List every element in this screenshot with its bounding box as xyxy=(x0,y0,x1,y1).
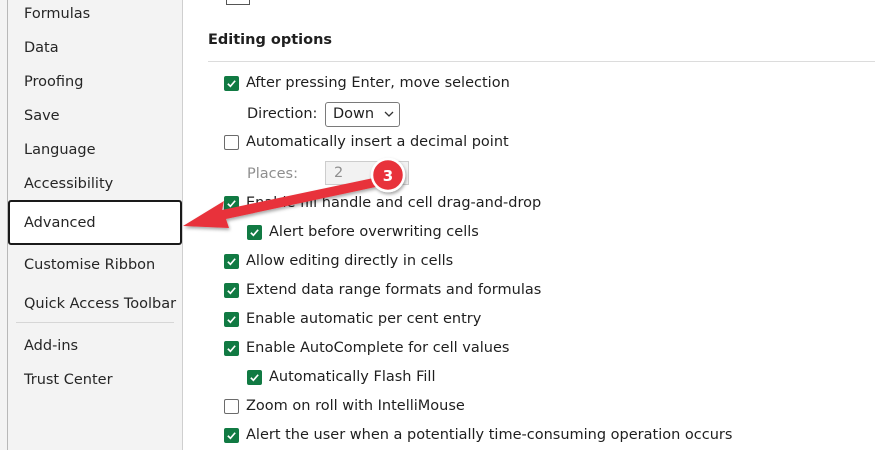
alert-overwrite-label: Alert before overwriting cells xyxy=(269,224,479,240)
flash-fill-checkbox[interactable] xyxy=(247,369,262,385)
places-value: 2 xyxy=(334,165,344,181)
sidebar-item-save[interactable]: Save xyxy=(24,107,60,125)
edit-in-cells-label: Allow editing directly in cells xyxy=(246,253,454,269)
sidebar-item-quick-access-toolbar[interactable]: Quick Access Toolbar xyxy=(24,295,176,313)
decimal-point-label: Automatically insert a decimal point xyxy=(246,134,509,150)
after-enter-label: After pressing Enter, move selection xyxy=(246,75,510,91)
section-title: Editing options xyxy=(208,32,333,48)
section-icon xyxy=(226,0,250,5)
option-zoom-roll[interactable]: Zoom on roll with IntelliMouse xyxy=(224,397,465,415)
places-stepper[interactable]: 2 xyxy=(325,161,409,185)
decimal-point-checkbox[interactable] xyxy=(224,134,239,150)
checkmark-icon xyxy=(227,79,236,87)
checkmark-icon xyxy=(227,344,236,352)
option-alert-time[interactable]: Alert the user when a potentially time-c… xyxy=(224,426,732,444)
checkmark-icon xyxy=(227,199,236,207)
option-autocomplete[interactable]: Enable AutoComplete for cell values xyxy=(224,339,509,357)
sidebar-item-formulas[interactable]: Formulas xyxy=(24,5,90,23)
option-fill-handle[interactable]: Enable fill handle and cell drag-and-dro… xyxy=(224,194,541,212)
option-percent-entry[interactable]: Enable automatic per cent entry xyxy=(224,310,481,328)
sidebar-item-advanced-label: Advanced xyxy=(24,215,96,231)
option-decimal-point[interactable]: Automatically insert a decimal point xyxy=(224,133,509,151)
sidebar-divider xyxy=(16,322,174,323)
sidebar-item-data[interactable]: Data xyxy=(24,39,59,57)
zoom-roll-label: Zoom on roll with IntelliMouse xyxy=(246,398,465,414)
option-flash-fill[interactable]: Automatically Flash Fill xyxy=(247,368,435,386)
alert-time-label: Alert the user when a potentially time-c… xyxy=(246,427,733,443)
autocomplete-label: Enable AutoComplete for cell values xyxy=(246,340,510,356)
sidebar-item-add-ins[interactable]: Add-ins xyxy=(24,337,78,355)
extend-formats-checkbox[interactable] xyxy=(224,282,239,298)
checkmark-icon xyxy=(250,373,259,381)
zoom-roll-checkbox[interactable] xyxy=(224,398,239,414)
fill-handle-label: Enable fill handle and cell drag-and-dro… xyxy=(246,195,542,211)
checkmark-icon xyxy=(250,228,259,236)
edit-in-cells-checkbox[interactable] xyxy=(224,253,239,269)
sidebar-item-trust-center[interactable]: Trust Center xyxy=(24,371,113,389)
direction-value: Down xyxy=(333,106,375,122)
options-sidebar: Formulas Data Proofing Save Language Acc… xyxy=(0,0,183,450)
checkmark-icon xyxy=(227,257,236,265)
excel-options-window: Formulas Data Proofing Save Language Acc… xyxy=(0,0,875,450)
after-enter-checkbox[interactable] xyxy=(224,75,239,91)
checkmark-icon xyxy=(227,431,236,439)
extend-formats-label: Extend data range formats and formulas xyxy=(246,282,542,298)
option-edit-in-cells[interactable]: Allow editing directly in cells xyxy=(224,252,453,270)
sidebar-item-accessibility[interactable]: Accessibility xyxy=(24,175,113,193)
fill-handle-checkbox[interactable] xyxy=(224,195,239,211)
flash-fill-label: Automatically Flash Fill xyxy=(269,369,436,385)
sidebar-item-language[interactable]: Language xyxy=(24,141,96,159)
checkmark-icon xyxy=(227,286,236,294)
option-alert-overwrite[interactable]: Alert before overwriting cells xyxy=(247,223,479,241)
alert-time-checkbox[interactable] xyxy=(224,427,239,443)
autocomplete-checkbox[interactable] xyxy=(224,340,239,356)
sidebar-item-advanced[interactable]: Advanced xyxy=(8,200,182,245)
percent-entry-label: Enable automatic per cent entry xyxy=(246,311,482,327)
chevron-down-icon xyxy=(384,111,394,117)
alert-overwrite-checkbox[interactable] xyxy=(247,224,262,240)
direction-label: Direction: xyxy=(247,106,318,122)
section-divider xyxy=(208,61,875,62)
percent-entry-checkbox[interactable] xyxy=(224,311,239,327)
option-extend-formats[interactable]: Extend data range formats and formulas xyxy=(224,281,541,299)
checkmark-icon xyxy=(227,315,236,323)
direction-select[interactable]: Down xyxy=(325,102,400,127)
option-after-enter[interactable]: After pressing Enter, move selection xyxy=(224,74,510,92)
sidebar-item-proofing[interactable]: Proofing xyxy=(24,73,83,91)
places-label: Places: xyxy=(247,166,298,182)
sidebar-item-customise-ribbon[interactable]: Customise Ribbon xyxy=(24,256,155,274)
